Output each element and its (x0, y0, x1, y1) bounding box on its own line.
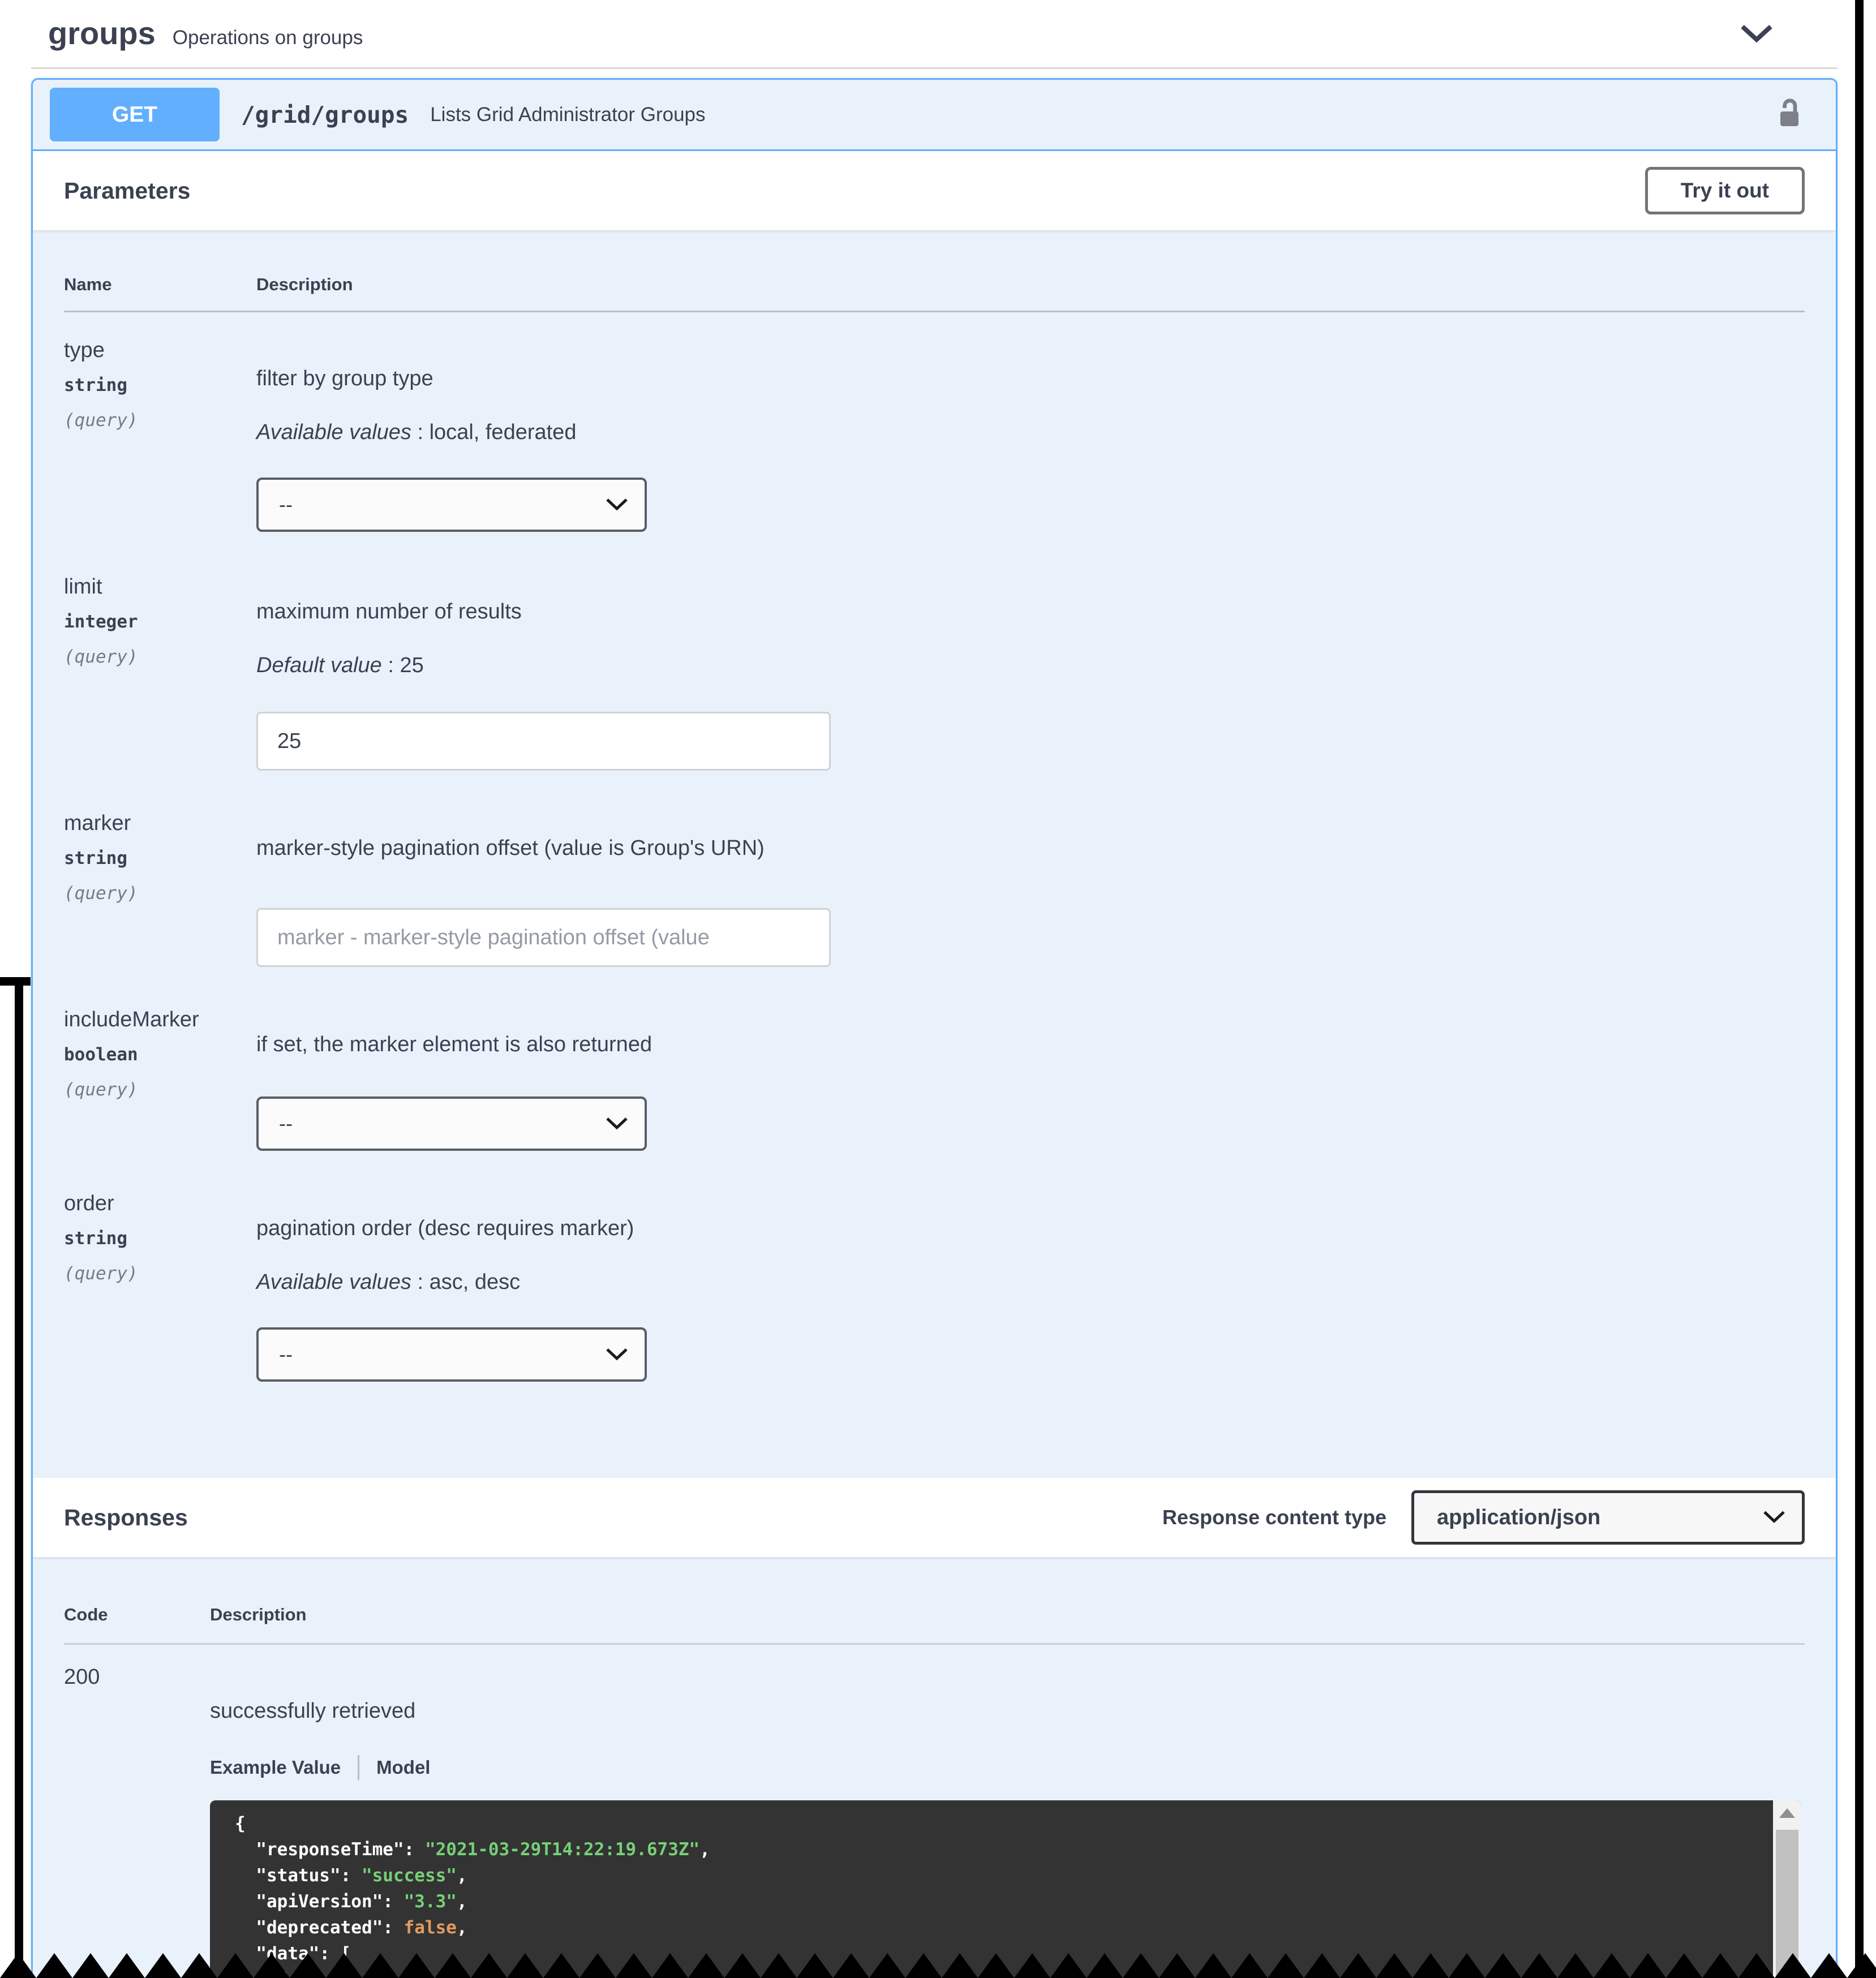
chevron-down-icon (605, 493, 629, 517)
response-content-type-select[interactable]: application/json (1411, 1490, 1805, 1545)
param-location: (query) (64, 647, 138, 667)
param-available-values: Available values : local, federated (256, 420, 1805, 445)
code-scrollbar[interactable] (1773, 1800, 1801, 1978)
response-content-type-label: Response content type (1162, 1506, 1386, 1529)
scrollbar-up-arrow-icon[interactable] (1779, 1808, 1795, 1818)
param-description: filter by group type (256, 367, 433, 390)
param-name: includeMarker (64, 1008, 199, 1031)
tag-header: groups Operations on groups (0, 0, 1876, 51)
opblock-get-grid-groups: GET /grid/groups Lists Grid Administrato… (31, 78, 1838, 1978)
code-line: "responseTime": "2021-03-29T14:22:19.673… (256, 1839, 710, 1860)
available-values-value: : asc, desc (411, 1270, 521, 1294)
includeMarker-select-value: -- (279, 1112, 293, 1135)
responses-table: Code Description 200 successfully retrie… (33, 1557, 1836, 1978)
responses-header-bar: Responses Response content type applicat… (33, 1478, 1836, 1557)
param-type: integer (64, 612, 138, 632)
param-name: limit (64, 575, 102, 599)
includeMarker-select[interactable]: -- (256, 1096, 647, 1151)
tag-subtitle: Operations on groups (172, 27, 363, 49)
example-json: { "responseTime": "2021-03-29T14:22:19.6… (210, 1800, 1773, 1978)
chevron-down-icon (605, 1343, 629, 1366)
type-select-value: -- (279, 493, 293, 516)
available-values-label: Available values (256, 420, 411, 444)
param-default-value: Default value : 25 (256, 653, 1805, 678)
tab-example-value[interactable]: Example Value (210, 1757, 341, 1778)
param-location: (query) (64, 883, 138, 904)
response-row-200: 200 successfully retrieved Example Value… (64, 1645, 1805, 1978)
param-row-type: type string (query) filter by group type… (64, 312, 1805, 532)
param-name: marker (64, 811, 131, 835)
param-type: string (64, 375, 127, 395)
param-description: pagination order (desc requires marker) (256, 1216, 634, 1240)
available-values-label: Available values (256, 1270, 411, 1294)
swagger-page: groups Operations on groups GET /grid/gr… (0, 0, 1876, 1978)
available-values-value: : local, federated (411, 420, 577, 444)
param-name: order (64, 1192, 114, 1215)
chevron-down-icon[interactable] (1739, 23, 1774, 47)
param-description: maximum number of results (256, 600, 522, 624)
example-code-block: { "responseTime": "2021-03-29T14:22:19.6… (210, 1800, 1801, 1978)
param-location: (query) (64, 1263, 138, 1284)
type-select[interactable]: -- (256, 478, 647, 532)
response-tabs: Example Value Model (210, 1755, 1805, 1780)
response-content-type-wrap: Response content type application/json (1162, 1490, 1805, 1545)
code-line: "deprecated": false, (256, 1917, 467, 1938)
param-type: string (64, 1228, 127, 1249)
param-name: type (64, 338, 105, 362)
code-line: { (235, 1813, 246, 1834)
tab-divider (358, 1755, 360, 1780)
try-it-out-button[interactable]: Try it out (1645, 167, 1805, 214)
code-line: "apiVersion": "3.3", (256, 1891, 467, 1912)
screenshot-frame-right (1855, 0, 1864, 1968)
param-description: marker-style pagination offset (value is… (256, 836, 765, 860)
param-row-limit: limit integer (query) maximum number of … (64, 549, 1805, 771)
limit-input[interactable] (256, 712, 831, 771)
code-line: "status": "success", (256, 1865, 467, 1886)
default-value-value: : 25 (381, 653, 424, 677)
default-value-label: Default value (256, 653, 382, 677)
col-header-name: Name (64, 274, 112, 294)
param-location: (query) (64, 1080, 138, 1100)
param-row-marker: marker string (query) marker-style pagin… (64, 785, 1805, 967)
col-header-description: Description (210, 1605, 307, 1624)
response-content-type-value: application/json (1437, 1505, 1601, 1529)
param-description: if set, the marker element is also retur… (256, 1033, 652, 1056)
marker-input[interactable] (256, 908, 831, 967)
col-header-code: Code (64, 1605, 108, 1624)
param-available-values: Available values : asc, desc (256, 1270, 1805, 1295)
screenshot-frame-left (15, 977, 23, 1968)
param-row-order: order string (query) pagination order (d… (64, 1166, 1805, 1382)
chevron-down-icon (1762, 1506, 1786, 1530)
parameters-table: Name Description type string (query) fil… (33, 230, 1836, 1478)
response-description: successfully retrieved (210, 1699, 416, 1723)
torn-edge-zigzag (0, 1953, 1876, 1978)
tag-divider (31, 67, 1838, 69)
param-type: boolean (64, 1044, 138, 1065)
parameters-table-head: Name Description (64, 274, 1805, 312)
param-location: (query) (64, 410, 138, 431)
col-header-description: Description (256, 274, 353, 294)
lock-open-icon[interactable] (1774, 97, 1819, 132)
param-row-includeMarker: includeMarker boolean (query) if set, th… (64, 982, 1805, 1151)
tab-model[interactable]: Model (376, 1757, 430, 1778)
tag-title: groups (48, 15, 156, 51)
parameters-header-bar: Parameters Try it out (33, 151, 1836, 230)
responses-table-head: Code Description (64, 1605, 1805, 1645)
operation-summary: Lists Grid Administrator Groups (430, 103, 706, 126)
opblock-summary[interactable]: GET /grid/groups Lists Grid Administrato… (33, 80, 1836, 151)
response-code: 200 (64, 1665, 100, 1689)
method-badge[interactable]: GET (50, 88, 220, 141)
order-select[interactable]: -- (256, 1327, 647, 1382)
param-type: string (64, 848, 127, 868)
operation-path[interactable]: /grid/groups (241, 101, 409, 128)
chevron-down-icon (605, 1112, 629, 1136)
responses-title: Responses (64, 1504, 188, 1530)
order-select-value: -- (279, 1343, 293, 1366)
parameters-title: Parameters (64, 177, 191, 204)
